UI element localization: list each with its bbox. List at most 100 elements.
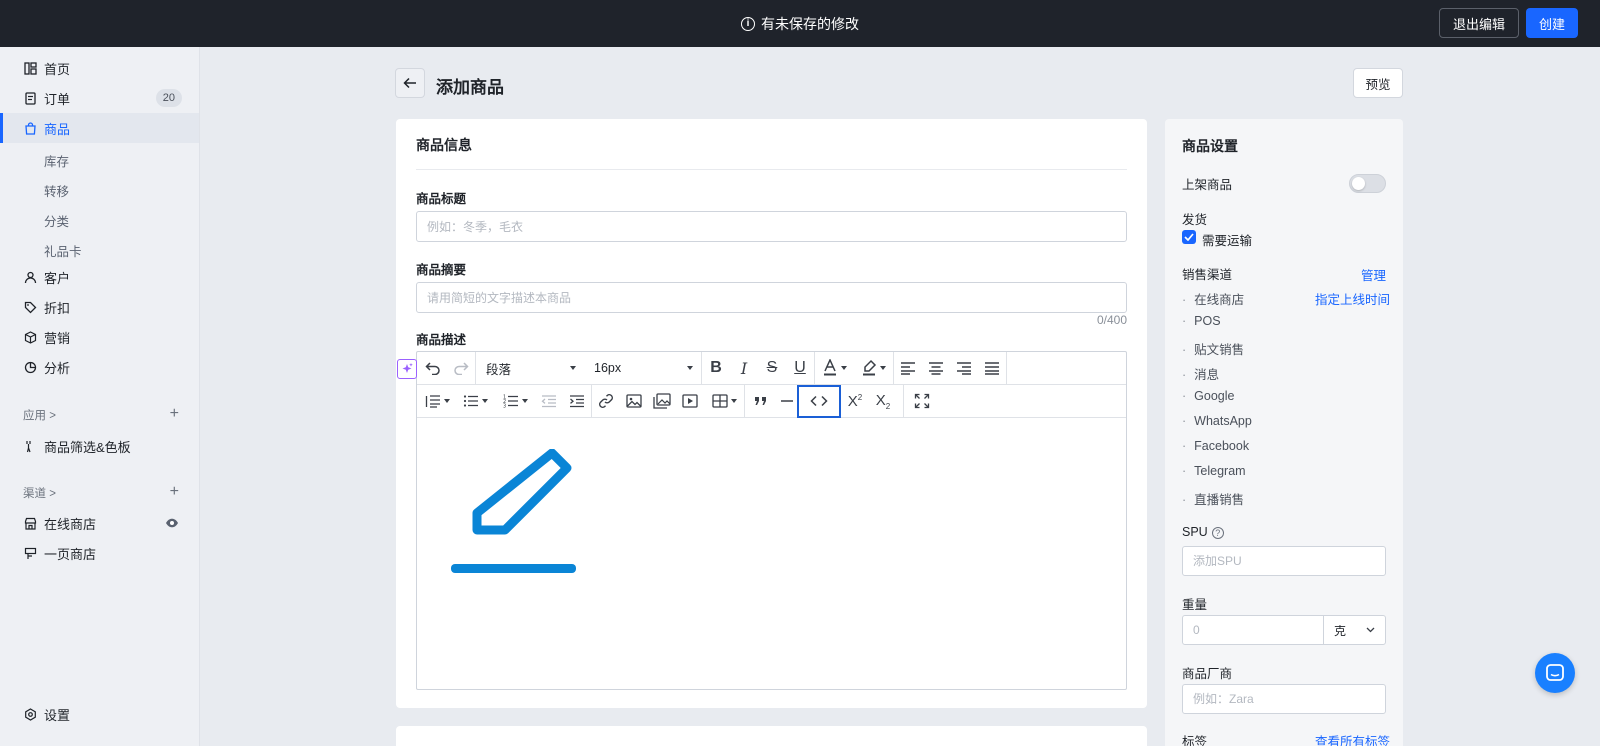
- text-color-button[interactable]: [815, 352, 853, 385]
- chevron-down-icon: [730, 399, 737, 403]
- undo-button[interactable]: [419, 352, 447, 385]
- sidebar-item-label: 首页: [44, 61, 71, 77]
- sidebar-item-home[interactable]: 首页: [0, 53, 199, 83]
- preview-button[interactable]: 预览: [1353, 68, 1403, 98]
- bag-icon: [23, 121, 37, 135]
- superscript-button[interactable]: X2: [841, 385, 869, 418]
- chart-pie-icon: [23, 360, 37, 374]
- line-height-icon: [425, 395, 440, 408]
- sidebar-item-app-filter[interactable]: 商品筛选&色板: [0, 431, 199, 461]
- image-icon: [626, 394, 642, 408]
- channel-item: · 在线商店: [1182, 293, 1245, 307]
- sidebar-sub-giftcards[interactable]: 礼品卡: [44, 241, 82, 260]
- gear-icon: [23, 707, 37, 721]
- outdent-button[interactable]: [535, 385, 563, 418]
- horizontal-rule-button[interactable]: [777, 385, 797, 418]
- text-color-icon: [823, 359, 836, 376]
- section-title: 商品信息: [416, 137, 472, 153]
- sidebar-item-customers[interactable]: 客户: [0, 262, 199, 292]
- video-button[interactable]: [676, 385, 704, 418]
- vendor-label: 商品厂商: [1182, 667, 1233, 681]
- sidebar-item-analytics[interactable]: 分析: [0, 352, 199, 382]
- indent-button[interactable]: [563, 385, 591, 418]
- subscript-icon: X2: [875, 391, 891, 411]
- product-settings-card: 商品设置 上架商品 发货 需要运输 销售渠道 管理 · 在线商店 指定上线时间 ·…: [1165, 119, 1403, 746]
- toolbar-row-1: 段落 16px B I S U: [417, 351, 1126, 385]
- chat-support-button[interactable]: [1535, 653, 1575, 693]
- fullscreen-icon: [914, 393, 930, 409]
- image-button[interactable]: [620, 385, 648, 418]
- redo-button[interactable]: [447, 352, 475, 385]
- exit-edit-button[interactable]: 退出编辑: [1438, 8, 1519, 38]
- align-justify-button[interactable]: [978, 352, 1006, 385]
- eye-icon[interactable]: [165, 516, 179, 530]
- cube-icon: [23, 330, 37, 344]
- order-count-badge: 20: [155, 89, 182, 107]
- sidebar-item-marketing[interactable]: 营销: [0, 322, 199, 352]
- top-bar: i 有未保存的修改 退出编辑 创建: [0, 0, 1600, 47]
- sidebar-item-orders[interactable]: 订单 20: [0, 83, 199, 113]
- product-summary-input[interactable]: [416, 282, 1127, 313]
- sidebar-sub-transfers[interactable]: 转移: [44, 181, 69, 200]
- table-icon: [711, 394, 728, 408]
- add-app-icon[interactable]: +: [170, 406, 179, 422]
- line-height-button[interactable]: [419, 385, 455, 418]
- add-channel-icon[interactable]: +: [170, 484, 179, 500]
- highlighter-icon: [862, 359, 876, 376]
- channel-item: · 直播销售: [1182, 493, 1245, 507]
- schedule-publish-link[interactable]: 指定上线时间: [1315, 289, 1390, 308]
- create-button[interactable]: 创建: [1525, 8, 1578, 38]
- font-size-value: 16px: [594, 361, 622, 375]
- blockquote-button[interactable]: [745, 385, 777, 418]
- code-button[interactable]: [797, 384, 841, 418]
- sidebar-item-label: 营销: [44, 330, 71, 346]
- subscript-button[interactable]: X2: [869, 385, 897, 418]
- numbered-list-button[interactable]: 123: [495, 385, 535, 418]
- highlight-color-button[interactable]: [853, 352, 893, 385]
- code-icon: [810, 395, 828, 407]
- bold-button[interactable]: B: [702, 352, 730, 385]
- requires-shipping-checkbox[interactable]: [1182, 230, 1196, 244]
- align-justify-icon: [985, 362, 999, 375]
- chevron-down-icon: [840, 366, 847, 370]
- sidebar-item-settings[interactable]: 设置: [0, 699, 199, 729]
- back-button[interactable]: [395, 68, 425, 98]
- title-label: 商品标题: [416, 192, 467, 206]
- gallery-button[interactable]: [648, 385, 676, 418]
- ai-sparkle-button[interactable]: [397, 359, 417, 379]
- publish-toggle[interactable]: [1349, 174, 1386, 193]
- align-center-button[interactable]: [922, 352, 950, 385]
- sidebar-item-products[interactable]: 商品: [0, 113, 199, 143]
- align-left-button[interactable]: [894, 352, 922, 385]
- font-size-select[interactable]: 16px: [584, 352, 701, 385]
- tags-label: 标签: [1182, 735, 1208, 746]
- strikethrough-button[interactable]: S: [758, 352, 786, 385]
- fullscreen-button[interactable]: [904, 385, 940, 418]
- italic-button[interactable]: I: [730, 352, 758, 385]
- sidebar-item-one-page-store[interactable]: 一页商店: [0, 538, 199, 568]
- weight-label: 重量: [1182, 598, 1208, 612]
- help-icon[interactable]: ?: [1211, 526, 1224, 539]
- sidebar-sub-categories[interactable]: 分类: [44, 211, 69, 230]
- editor-content-area[interactable]: [417, 419, 1126, 689]
- quote-icon: [755, 397, 766, 405]
- sidebar-sub-inventory[interactable]: 库存: [44, 151, 69, 170]
- paragraph-style-select[interactable]: 段落: [476, 352, 584, 385]
- apps-section-title[interactable]: 应用 >: [23, 407, 56, 423]
- sidebar-item-online-store[interactable]: 在线商店: [0, 508, 199, 538]
- view-all-tags-link[interactable]: 查看所有标签: [1315, 731, 1390, 746]
- spu-input[interactable]: [1182, 546, 1386, 576]
- weight-input[interactable]: [1182, 615, 1324, 645]
- channels-section-title[interactable]: 渠道 >: [23, 485, 56, 501]
- manage-channels-link[interactable]: 管理: [1361, 265, 1386, 284]
- channel-item: · POS: [1182, 314, 1221, 328]
- weight-unit-select[interactable]: 克: [1323, 615, 1386, 645]
- bullet-list-button[interactable]: [455, 385, 495, 418]
- vendor-input[interactable]: [1182, 684, 1386, 714]
- link-button[interactable]: [592, 385, 620, 418]
- sidebar-item-discounts[interactable]: 折扣: [0, 292, 199, 322]
- table-button[interactable]: [704, 385, 744, 418]
- underline-button[interactable]: U: [786, 352, 814, 385]
- align-right-button[interactable]: [950, 352, 978, 385]
- product-title-input[interactable]: [416, 211, 1127, 242]
